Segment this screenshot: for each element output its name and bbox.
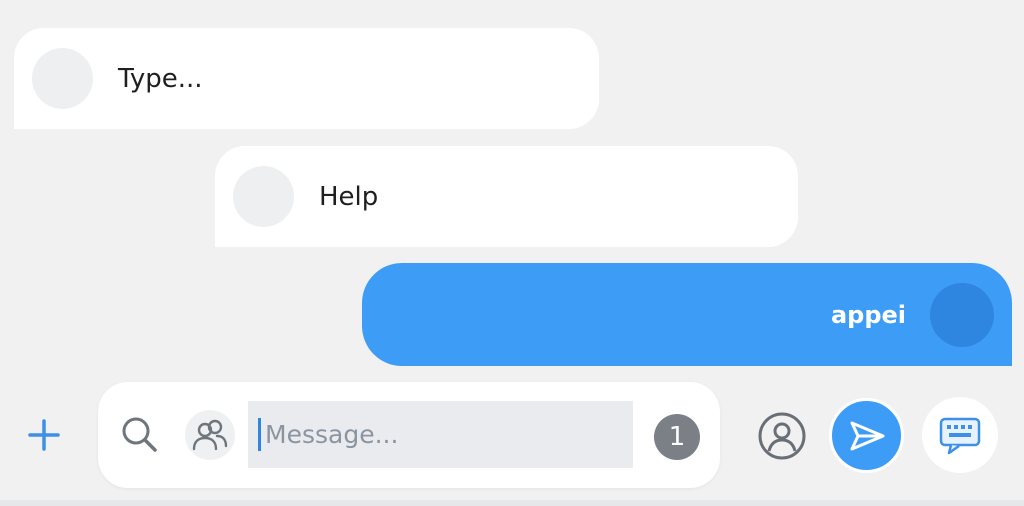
search-icon <box>122 417 157 452</box>
incoming-message: Help <box>215 146 798 247</box>
avatar <box>32 48 93 109</box>
outgoing-message: appei <box>362 263 1012 366</box>
incoming-message: Type... <box>14 28 599 129</box>
plus-icon <box>28 419 60 451</box>
user-circle-icon <box>758 412 806 460</box>
keyboard-icon <box>939 417 981 455</box>
message-text: appei <box>830 300 906 329</box>
profile-button[interactable] <box>756 410 808 462</box>
bottom-divider <box>0 500 1024 506</box>
message-text: Help <box>319 181 379 212</box>
chat-screen: Type... Help appei 1 <box>0 0 1024 506</box>
add-button[interactable] <box>24 415 64 455</box>
text-caret <box>258 418 261 451</box>
contacts-button[interactable] <box>185 410 235 460</box>
avatar <box>930 282 994 347</box>
people-icon <box>192 419 228 451</box>
message-input[interactable] <box>248 401 633 468</box>
send-icon <box>850 421 884 450</box>
avatar <box>233 166 294 227</box>
keyboard-button[interactable] <box>922 397 998 473</box>
search-button[interactable] <box>118 413 160 455</box>
send-button[interactable] <box>829 398 904 473</box>
message-text: Type... <box>118 63 203 94</box>
count-badge: 1 <box>654 414 700 460</box>
